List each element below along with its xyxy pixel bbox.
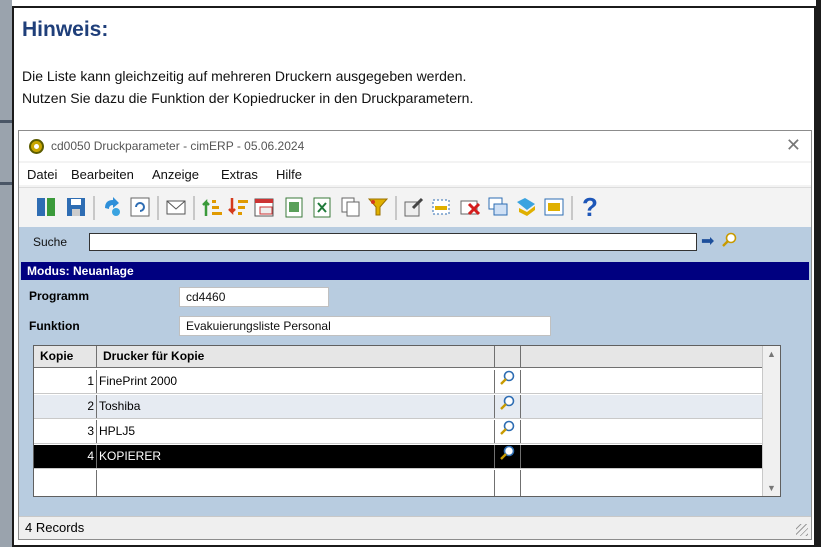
kopie-cell: 4 — [34, 445, 97, 468]
calendar-icon[interactable] — [251, 193, 277, 221]
search-icon[interactable] — [721, 232, 737, 252]
table-row-selected[interactable]: 4 KOPIERER — [34, 445, 764, 469]
save-icon[interactable] — [63, 193, 89, 221]
help-icon[interactable]: ? — [577, 192, 603, 222]
empty-cell — [97, 470, 495, 496]
column-header-extra[interactable] — [521, 346, 764, 368]
app-gear-icon — [29, 139, 44, 154]
drucker-cell[interactable]: Toshiba — [97, 395, 495, 418]
export-icon[interactable] — [281, 193, 307, 221]
kopie-cell: 2 — [34, 395, 97, 418]
lookup-search-icon[interactable] — [495, 395, 521, 418]
sort-desc-icon[interactable] — [225, 193, 251, 221]
empty-cell — [495, 470, 521, 496]
toolbar-separator — [93, 196, 95, 220]
programm-field[interactable]: cd4460 — [179, 287, 329, 307]
exit-icon[interactable] — [33, 193, 59, 221]
edit-icon[interactable] — [401, 193, 427, 221]
menu-extras[interactable]: Extras — [221, 167, 258, 182]
drucker-cell[interactable]: HPLJ5 — [97, 420, 495, 443]
empty-cell — [34, 470, 97, 496]
mail-icon[interactable] — [163, 193, 189, 221]
toolbar-separator — [157, 196, 159, 220]
drucker-cell[interactable]: FinePrint 2000 — [97, 370, 495, 393]
tag-icon[interactable] — [513, 193, 539, 221]
menu-datei[interactable]: Datei — [27, 167, 57, 182]
mode-bar: Modus: Neuanlage — [21, 262, 809, 280]
add-row-icon[interactable] — [429, 193, 455, 221]
search-input[interactable] — [89, 233, 697, 251]
background-window-edge — [0, 0, 12, 547]
extra-cell[interactable] — [521, 445, 764, 468]
kopie-cell: 3 — [34, 420, 97, 443]
copy-icon[interactable] — [337, 193, 363, 221]
hint-title: Hinweis: — [22, 18, 109, 41]
table-row[interactable]: 3 HPLJ5 — [34, 420, 764, 444]
hint-line-2: Nutzen Sie dazu die Funktion der Kopiedr… — [22, 90, 474, 106]
table-row-empty[interactable] — [34, 470, 764, 496]
vertical-scrollbar[interactable]: ▲ ▼ — [762, 346, 780, 496]
toolbar: ? — [19, 187, 811, 229]
resize-grip-icon[interactable] — [796, 524, 808, 536]
menu-hilfe[interactable]: Hilfe — [276, 167, 302, 182]
scroll-up-icon[interactable]: ▲ — [763, 346, 780, 362]
funktion-field[interactable]: Evakuierungsliste Personal — [179, 316, 551, 336]
undo-icon[interactable] — [99, 193, 125, 221]
menu-bearbeiten[interactable]: Bearbeiten — [71, 167, 134, 182]
window-title: cd0050 Druckparameter - cimERP - 05.06.2… — [51, 139, 305, 153]
lookup-search-icon[interactable] — [495, 370, 521, 393]
sort-asc-icon[interactable] — [199, 193, 225, 221]
programm-label: Programm — [29, 289, 90, 303]
windows-icon[interactable] — [485, 193, 511, 221]
drucker-cell[interactable]: KOPIERER — [97, 445, 495, 468]
excel-icon[interactable] — [309, 193, 335, 221]
status-bar: 4 Records — [19, 516, 811, 539]
calculator-icon[interactable] — [541, 193, 567, 221]
funktion-label: Funktion — [29, 319, 80, 333]
table-row[interactable]: 2 Toshiba — [34, 395, 764, 419]
close-icon[interactable]: ✕ — [786, 135, 801, 156]
arrow-right-icon[interactable]: ➡ — [701, 231, 714, 251]
filter-icon[interactable] — [365, 193, 391, 221]
delete-row-icon[interactable] — [457, 193, 483, 221]
title-bar: cd0050 Druckparameter - cimERP - 05.06.2… — [19, 131, 811, 161]
column-header-kopie[interactable]: Kopie — [34, 346, 97, 368]
copy-printer-table: Kopie Drucker für Kopie 1 FinePrint 2000… — [33, 345, 781, 497]
column-header-lookup[interactable] — [495, 346, 521, 368]
record-count: 4 Records — [25, 520, 85, 535]
toolbar-separator — [571, 196, 573, 220]
main-panel: Suche ➡ Modus: Neuanlage Programm cd4460… — [19, 227, 811, 517]
extra-cell[interactable] — [521, 420, 764, 443]
hint-line-1: Die Liste kann gleichzeitig auf mehreren… — [22, 68, 467, 84]
column-header-drucker[interactable]: Drucker für Kopie — [97, 346, 495, 368]
refresh-icon[interactable] — [127, 193, 153, 221]
extra-cell[interactable] — [521, 395, 764, 418]
background-window-edge-right — [816, 0, 821, 547]
lookup-search-icon[interactable] — [495, 445, 521, 468]
lookup-search-icon[interactable] — [495, 420, 521, 443]
extra-cell[interactable] — [521, 370, 764, 393]
toolbar-separator — [193, 196, 195, 220]
search-label: Suche — [33, 235, 68, 249]
kopie-cell: 1 — [34, 370, 97, 393]
scroll-down-icon[interactable]: ▼ — [763, 480, 780, 496]
print-parameters-window: cd0050 Druckparameter - cimERP - 05.06.2… — [18, 130, 812, 540]
toolbar-separator — [395, 196, 397, 220]
menu-anzeige[interactable]: Anzeige — [152, 167, 199, 182]
table-row[interactable]: 1 FinePrint 2000 — [34, 370, 764, 394]
menu-bar: Datei Bearbeiten Anzeige Extras Hilfe — [19, 163, 811, 185]
